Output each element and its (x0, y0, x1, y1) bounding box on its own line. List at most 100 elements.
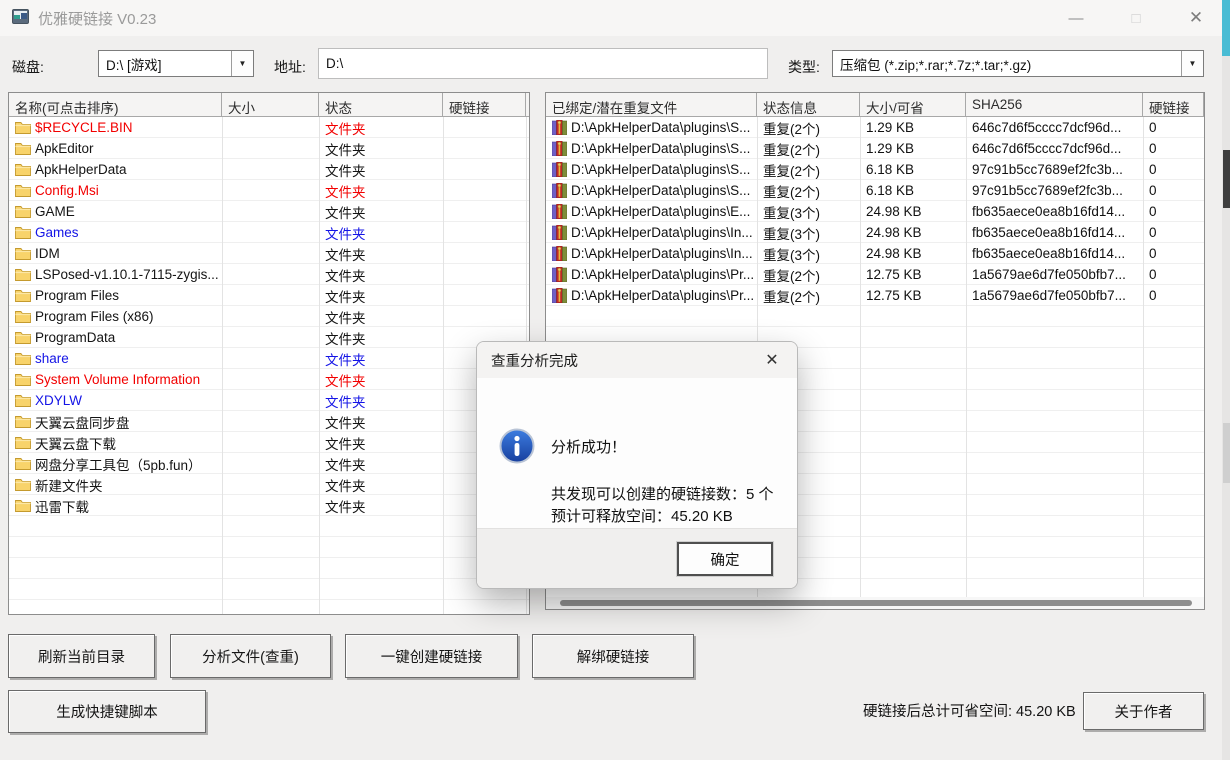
address-input[interactable]: D:\ (318, 48, 768, 79)
duplicate-status: 重复(2个) (757, 286, 860, 306)
disk-select-arrow[interactable]: ▼ (231, 51, 253, 76)
duplicate-links: 0 (1143, 141, 1204, 156)
table-row[interactable]: 网盘分享工具包（5pb.fun） 文件夹 (9, 453, 529, 474)
table-row[interactable]: D:\ApkHelperData\plugins\S... 重复(2个) 1.2… (546, 117, 1204, 138)
duplicate-status: 重复(2个) (757, 265, 860, 285)
duplicate-links: 0 (1143, 267, 1204, 282)
folder-name: XDYLW (35, 393, 82, 408)
duplicate-size: 1.29 KB (860, 141, 966, 156)
minimize-button[interactable]: — (1053, 4, 1099, 32)
address-input-value: D:\ (326, 56, 343, 71)
close-button[interactable]: ✕ (1173, 4, 1219, 32)
duplicate-status: 重复(2个) (757, 181, 860, 201)
dialog-close-icon[interactable]: ✕ (761, 350, 783, 370)
column-header-size[interactable]: 大小 (222, 93, 319, 116)
unbind-hardlinks-button[interactable]: 解绑硬链接 (532, 634, 694, 678)
disk-select[interactable]: D:\ [游戏] ▼ (98, 50, 254, 77)
file-status: 文件夹 (319, 475, 443, 495)
dialog-footer: 确定 (477, 528, 797, 589)
column-header-sizesave[interactable]: 大小/可省 (860, 93, 966, 116)
archive-rar-icon (552, 288, 567, 303)
folder-icon (15, 457, 31, 470)
duplicate-path: D:\ApkHelperData\plugins\S... (571, 141, 750, 156)
table-row[interactable]: D:\ApkHelperData\plugins\Pr... 重复(2个) 12… (546, 264, 1204, 285)
window-title: 优雅硬链接 V0.23 (38, 8, 156, 29)
generate-script-button[interactable]: 生成快捷键脚本 (8, 690, 206, 733)
table-row[interactable]: Config.Msi 文件夹 (9, 180, 529, 201)
analysis-complete-dialog: 查重分析完成 ✕ 分析成功！ 共发现可以创建的硬链接数：5 个 预计可释放空间：… (476, 341, 798, 589)
duplicate-links: 0 (1143, 162, 1204, 177)
table-row[interactable]: 天翼云盘下载 文件夹 (9, 432, 529, 453)
column-header-statusinfo[interactable]: 状态信息 (757, 93, 860, 116)
table-row[interactable]: ProgramData 文件夹 (9, 327, 529, 348)
disk-select-value: D:\ [游戏] (99, 54, 231, 74)
file-status: 文件夹 (319, 328, 443, 348)
duplicate-status: 重复(3个) (757, 223, 860, 243)
table-row[interactable]: ApkEditor 文件夹 (9, 138, 529, 159)
duplicate-status: 重复(3个) (757, 244, 860, 264)
table-row[interactable]: Program Files (x86) 文件夹 (9, 306, 529, 327)
folder-icon (15, 373, 31, 386)
column-header-links[interactable]: 硬链接 (443, 93, 526, 116)
folder-icon (15, 352, 31, 365)
folder-name: 网盘分享工具包（5pb.fun） (35, 454, 202, 474)
background-window-sliver (1222, 0, 1230, 760)
maximize-button[interactable]: □ (1113, 4, 1159, 32)
refresh-button[interactable]: 刷新当前目录 (8, 634, 155, 678)
table-row[interactable]: ApkHelperData 文件夹 (9, 159, 529, 180)
folder-name: 新建文件夹 (35, 475, 103, 495)
horizontal-scrollbar[interactable] (546, 597, 1204, 609)
table-row[interactable]: D:\ApkHelperData\plugins\S... 重复(2个) 6.1… (546, 159, 1204, 180)
table-row[interactable]: System Volume Information 文件夹 (9, 369, 529, 390)
column-header-name[interactable]: 名称(可点击排序) (9, 93, 222, 116)
table-row[interactable]: D:\ApkHelperData\plugins\E... 重复(3个) 24.… (546, 201, 1204, 222)
duplicate-sha256: 97c91b5cc7689ef2fc3b... (966, 183, 1143, 198)
folder-name: LSPosed-v1.10.1-7115-zygis... (35, 267, 219, 282)
total-savings-text: 硬链接后总计可省空间: 45.20 KB (863, 700, 1076, 721)
table-row[interactable]: 新建文件夹 文件夹 (9, 474, 529, 495)
table-row[interactable]: D:\ApkHelperData\plugins\S... 重复(2个) 1.2… (546, 138, 1204, 159)
table-row[interactable]: share 文件夹 (9, 348, 529, 369)
table-row[interactable]: D:\ApkHelperData\plugins\In... 重复(3个) 24… (546, 243, 1204, 264)
table-row[interactable]: 天翼云盘同步盘 文件夹 (9, 411, 529, 432)
about-author-button[interactable]: 关于作者 (1083, 692, 1204, 730)
folder-name: Program Files (x86) (35, 309, 154, 324)
folder-icon (15, 289, 31, 302)
type-select-arrow[interactable]: ▼ (1181, 51, 1203, 76)
table-row[interactable]: D:\ApkHelperData\plugins\Pr... 重复(2个) 12… (546, 285, 1204, 306)
table-row[interactable]: D:\ApkHelperData\plugins\In... 重复(3个) 24… (546, 222, 1204, 243)
column-header-path[interactable]: 已绑定/潜在重复文件 (546, 93, 757, 116)
table-row[interactable]: Games 文件夹 (9, 222, 529, 243)
table-row[interactable]: LSPosed-v1.10.1-7115-zygis... 文件夹 (9, 264, 529, 285)
column-header-sha256[interactable]: SHA256 (966, 93, 1143, 116)
table-row[interactable]: XDYLW 文件夹 (9, 390, 529, 411)
type-select[interactable]: 压缩包 (*.zip;*.rar;*.7z;*.tar;*.gz) ▼ (832, 50, 1204, 77)
analyze-button[interactable]: 分析文件(查重) (170, 634, 331, 678)
duplicates-header: 已绑定/潜在重复文件 状态信息 大小/可省 SHA256 硬链接 (546, 93, 1204, 117)
archive-rar-icon (552, 267, 567, 282)
file-status: 文件夹 (319, 370, 443, 390)
ok-button[interactable]: 确定 (677, 542, 773, 576)
create-hardlinks-button[interactable]: 一键创建硬链接 (345, 634, 518, 678)
duplicate-sha256: fb635aece0ea8b16fd14... (966, 246, 1143, 261)
column-header-status[interactable]: 状态 (319, 93, 443, 116)
disk-label: 磁盘: (12, 57, 44, 77)
table-row[interactable]: D:\ApkHelperData\plugins\S... 重复(2个) 6.1… (546, 180, 1204, 201)
table-row[interactable]: Program Files 文件夹 (9, 285, 529, 306)
horizontal-scrollbar-thumb[interactable] (560, 600, 1192, 606)
duplicate-size: 6.18 KB (860, 162, 966, 177)
archive-rar-icon (552, 225, 567, 240)
table-row[interactable]: IDM 文件夹 (9, 243, 529, 264)
table-row[interactable]: $RECYCLE.BIN 文件夹 (9, 117, 529, 138)
dialog-body: 分析成功！ 共发现可以创建的硬链接数：5 个 预计可释放空间：45.20 KB (477, 378, 797, 528)
folder-icon (15, 499, 31, 512)
file-status: 文件夹 (319, 265, 443, 285)
table-row[interactable]: 迅雷下载 文件夹 (9, 495, 529, 516)
column-header-hardlinks[interactable]: 硬链接 (1143, 93, 1204, 116)
folder-name: $RECYCLE.BIN (35, 120, 133, 135)
table-row[interactable]: GAME 文件夹 (9, 201, 529, 222)
folder-name: 迅雷下载 (35, 496, 89, 516)
duplicate-size: 12.75 KB (860, 288, 966, 303)
folder-icon (15, 121, 31, 134)
duplicate-status: 重复(2个) (757, 118, 860, 138)
